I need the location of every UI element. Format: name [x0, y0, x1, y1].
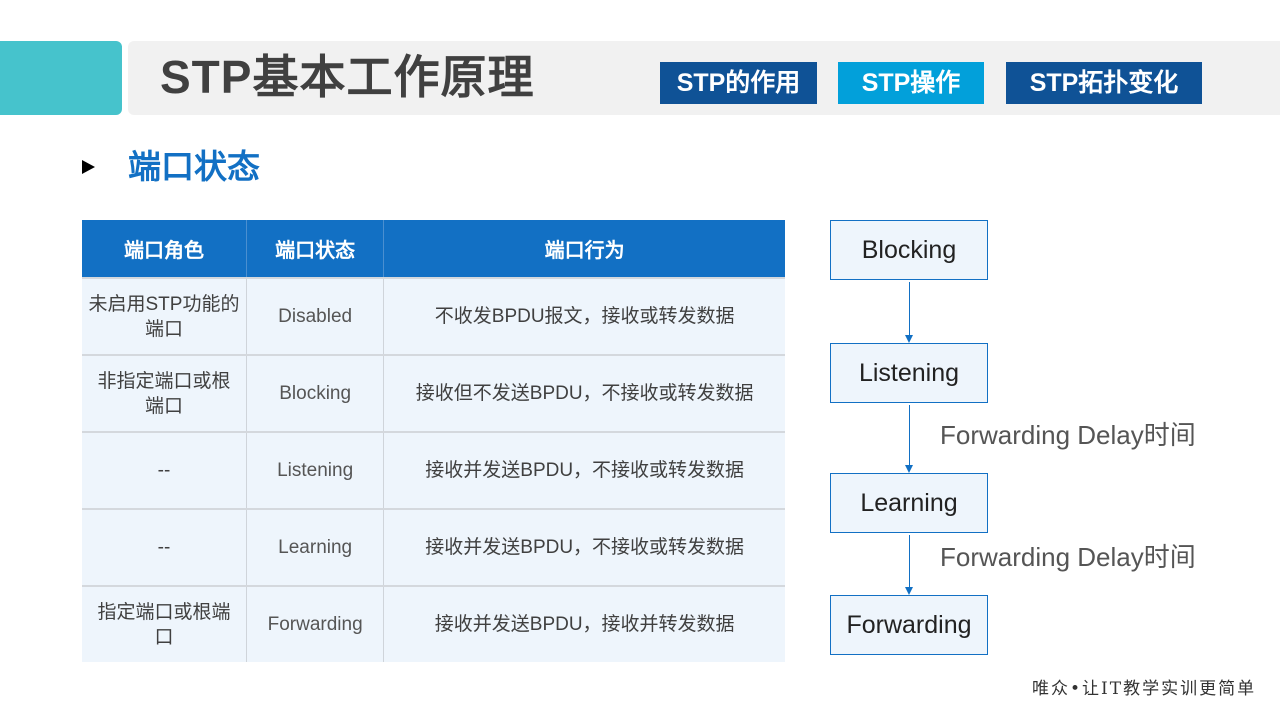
- table-row: -- Learning 接收并发送BPDU，不接收或转发数据: [82, 508, 785, 586]
- table-row: 非指定端口或根端口 Blocking 接收但不发送BPDU，不接收或转发数据: [82, 354, 785, 432]
- cell-role: --: [82, 508, 247, 586]
- page-title: STP基本工作原理: [160, 51, 535, 103]
- cell-role: 非指定端口或根端口: [82, 354, 247, 432]
- cell-behavior: 不收发BPDU报文，接收或转发数据: [383, 277, 785, 355]
- table-row: 指定端口或根端口 Forwarding 接收并发送BPDU，接收并转发数据: [82, 585, 785, 662]
- table-row: 未启用STP功能的端口 Disabled 不收发BPDU报文，接收或转发数据: [82, 277, 785, 355]
- transition-label-forwarding-delay: Forwarding Delay时间: [940, 420, 1196, 450]
- flow-arrow-line: [909, 535, 910, 588]
- triangle-bullet-icon: [82, 160, 95, 174]
- flow-state-blocking: Blocking: [830, 220, 988, 280]
- cell-role: --: [82, 431, 247, 509]
- footer-slogan: 唯众•让IT教学实训更简单: [1032, 679, 1257, 699]
- cell-behavior: 接收并发送BPDU，不接收或转发数据: [383, 508, 785, 586]
- cell-state: Listening: [246, 431, 385, 509]
- cell-state: Disabled: [246, 277, 385, 355]
- section-title: 端口状态: [128, 148, 260, 185]
- tab-stp-role[interactable]: STP的作用: [660, 62, 817, 104]
- table-row: -- Listening 接收并发送BPDU，不接收或转发数据: [82, 431, 785, 509]
- cell-role: 未启用STP功能的端口: [82, 277, 247, 355]
- arrow-down-icon: [905, 335, 913, 343]
- transition-label-forwarding-delay: Forwarding Delay时间: [940, 542, 1196, 572]
- flow-state-listening: Listening: [830, 343, 988, 403]
- flow-state-learning: Learning: [830, 473, 988, 533]
- tab-stp-topology-change[interactable]: STP拓扑变化: [1006, 62, 1202, 104]
- header-port-role: 端口角色: [82, 220, 247, 278]
- arrow-down-icon: [905, 465, 913, 473]
- header-port-behavior: 端口行为: [383, 220, 785, 278]
- cell-state: Learning: [246, 508, 385, 586]
- table-header-row: 端口角色 端口状态 端口行为: [82, 220, 785, 278]
- cell-role: 指定端口或根端口: [82, 585, 247, 662]
- arrow-down-icon: [905, 587, 913, 595]
- cell-state: Forwarding: [246, 585, 385, 662]
- tab-stp-operation[interactable]: STP操作: [838, 62, 984, 104]
- port-state-table: 端口角色 端口状态 端口行为 未启用STP功能的端口 Disabled 不收发B…: [82, 220, 785, 662]
- cell-behavior: 接收并发送BPDU，接收并转发数据: [383, 585, 785, 662]
- header-port-state: 端口状态: [246, 220, 385, 278]
- flow-arrow-line: [909, 405, 910, 466]
- cell-behavior: 接收并发送BPDU，不接收或转发数据: [383, 431, 785, 509]
- decor-teal-block: [0, 41, 122, 115]
- flow-arrow-line: [909, 282, 910, 336]
- cell-state: Blocking: [246, 354, 385, 432]
- flow-state-forwarding: Forwarding: [830, 595, 988, 655]
- cell-behavior: 接收但不发送BPDU，不接收或转发数据: [383, 354, 785, 432]
